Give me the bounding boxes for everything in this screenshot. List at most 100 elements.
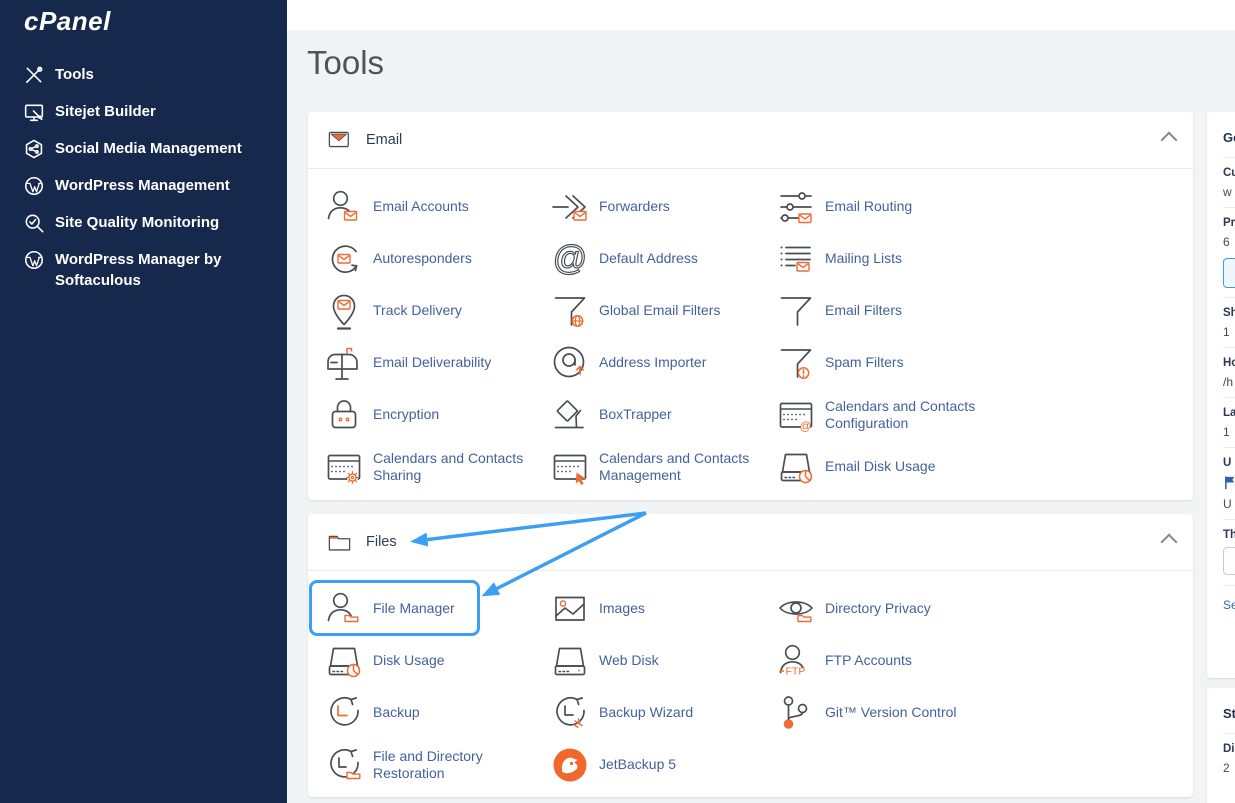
tool-item-email-filters[interactable]: Email Filters [776, 285, 1177, 337]
tool-item-git-version-control[interactable]: Git™ Version Control [776, 687, 1177, 739]
tool-item-label[interactable]: Calendars and Contacts Sharing [373, 450, 541, 485]
tool-item-label[interactable]: Global Email Filters [599, 302, 720, 320]
tool-item-label[interactable]: Git™ Version Control [825, 704, 957, 722]
tool-item-track-delivery[interactable]: Track Delivery [324, 285, 550, 337]
email-accounts-icon [324, 187, 364, 227]
tool-item-label[interactable]: Directory Privacy [825, 600, 931, 618]
email-items-grid: Email Accounts Forwarders Email Routing Aut… [308, 169, 1193, 493]
tool-item-calendars-and-contacts-sharing[interactable]: Calendars and Contacts Sharing [324, 441, 550, 493]
tool-item-forwarders[interactable]: Forwarders [550, 181, 776, 233]
info-label: Theme [1223, 529, 1235, 541]
tool-item-label[interactable]: Backup Wizard [599, 704, 693, 722]
jetbackup-icon [550, 745, 590, 785]
chevron-up-icon[interactable] [1161, 132, 1178, 149]
sidebar-item-wordpress-manager-by-softaculous[interactable]: WordPress Manager by Softaculous [0, 241, 287, 299]
tool-item-label[interactable]: Address Importer [599, 354, 706, 372]
tool-item-email-deliverability[interactable]: Email Deliverability [324, 337, 550, 389]
tool-item-web-disk[interactable]: Web Disk [550, 635, 776, 687]
info-value: 1 [1223, 325, 1235, 339]
svg-text:@: @ [553, 240, 588, 278]
spam-filters-icon [776, 343, 816, 383]
tool-item-label[interactable]: Spam Filters [825, 354, 904, 372]
tool-item-label[interactable]: Disk Usage [373, 652, 445, 670]
tool-item-boxtrapper[interactable]: BoxTrapper [550, 389, 776, 441]
files-section-header[interactable]: Files [308, 514, 1193, 571]
tool-item-calendars-and-contacts-configuration[interactable]: @Calendars and Contacts Configuration [776, 389, 1177, 441]
files-items-grid: File Manager Images Directory Privacy Disk … [308, 571, 1193, 791]
tool-item-calendars-and-contacts-management[interactable]: Calendars and Contacts Management [550, 441, 776, 493]
tool-item-global-email-filters[interactable]: Global Email Filters [550, 285, 776, 337]
tool-item-label[interactable]: BoxTrapper [599, 406, 672, 424]
sitejet-icon [24, 102, 44, 122]
tool-item-label[interactable]: Email Accounts [373, 198, 469, 216]
sidebar-item-social-media-management[interactable]: Social Media Management [0, 130, 287, 167]
tool-item-ftp-accounts[interactable]: FTP FTP Accounts [776, 635, 1177, 687]
tool-item-label[interactable]: Calendars and Contacts Management [599, 450, 767, 485]
sidebar-item-label: Social Media Management [55, 138, 242, 159]
tool-item-label[interactable]: Default Address [599, 250, 698, 268]
sidebar-item-tools[interactable]: Tools [0, 56, 287, 93]
tool-item-images[interactable]: Images [550, 583, 776, 635]
info-value: w [1223, 185, 1235, 199]
tool-item-address-importer[interactable]: Address Importer [550, 337, 776, 389]
tool-item-autoresponders[interactable]: Autoresponders [324, 233, 550, 285]
tool-item-backup-wizard[interactable]: Backup Wizard [550, 687, 776, 739]
tool-item-email-disk-usage[interactable]: Email Disk Usage [776, 441, 1177, 493]
git-icon [776, 693, 816, 733]
info-value: 2 [1223, 761, 1235, 775]
tool-item-label[interactable]: Track Delivery [373, 302, 462, 320]
tool-item-file-and-directory-restoration[interactable]: File and Directory Restoration [324, 739, 550, 791]
sidebar-item-wordpress-management[interactable]: WordPress Management [0, 167, 287, 204]
cpanel-tools-page: cPanel ToolsSitejet BuilderSocial Media … [0, 0, 1235, 803]
tool-item-encryption[interactable]: Encryption [324, 389, 550, 441]
info-label: Current User [1223, 167, 1235, 179]
drive-icon [550, 641, 590, 681]
section-title: Files [366, 534, 397, 550]
server-information-link[interactable]: Server Information [1223, 585, 1235, 612]
email-section-card: Email Email Accounts Forwarders Email Rout… [308, 112, 1193, 500]
autoresponders-icon [324, 239, 364, 279]
top-bar [287, 0, 1235, 30]
tool-item-label[interactable]: Email Filters [825, 302, 902, 320]
svg-text:FTP: FTP [786, 666, 806, 678]
sidebar-item-sitejet-builder[interactable]: Sitejet Builder [0, 93, 287, 130]
tool-item-label[interactable]: Images [599, 600, 645, 618]
tool-item-label[interactable]: Encryption [373, 406, 439, 424]
tool-item-label[interactable]: Email Routing [825, 198, 912, 216]
tool-item-label[interactable]: Calendars and Contacts Configuration [825, 398, 993, 433]
address-importer-icon [550, 343, 590, 383]
tool-item-label[interactable]: Forwarders [599, 198, 670, 216]
tool-item-label[interactable]: Backup [373, 704, 420, 722]
tool-item-email-routing[interactable]: Email Routing [776, 181, 1177, 233]
tool-item-label[interactable]: Mailing Lists [825, 250, 902, 268]
tool-item-label[interactable]: Email Deliverability [373, 354, 491, 372]
tool-item-spam-filters[interactable]: Spam Filters [776, 337, 1177, 389]
page-title: Tools [307, 44, 384, 82]
info-row-u: UU [1223, 447, 1235, 519]
tool-item-disk-usage[interactable]: Disk Usage [324, 635, 550, 687]
tool-item-label[interactable]: Email Disk Usage [825, 458, 935, 476]
flag-icon [1223, 475, 1235, 493]
tool-item-label[interactable]: FTP Accounts [825, 652, 912, 670]
info-value: U [1223, 497, 1235, 511]
tool-item-default-address[interactable]: @ Default Address [550, 233, 776, 285]
tool-item-file-manager[interactable]: File Manager [324, 583, 550, 635]
tool-item-label[interactable]: JetBackup 5 [599, 756, 676, 774]
info-row-home-directory: Home Directory/h [1223, 347, 1235, 397]
sidebar-item-site-quality-monitoring[interactable]: Site Quality Monitoring [0, 204, 287, 241]
tool-item-email-accounts[interactable]: Email Accounts [324, 181, 550, 233]
tool-item-directory-privacy[interactable]: Directory Privacy [776, 583, 1177, 635]
tool-item-backup[interactable]: Backup [324, 687, 550, 739]
tool-item-jetbackup-5[interactable]: JetBackup 5 [550, 739, 776, 791]
track-delivery-icon [324, 291, 364, 331]
tool-item-mailing-lists[interactable]: Mailing Lists [776, 233, 1177, 285]
general-information-card: General InformationCurrent UserwPrimary … [1207, 112, 1235, 678]
email-section-header[interactable]: Email [308, 112, 1193, 169]
tool-item-label[interactable]: Autoresponders [373, 250, 472, 268]
tool-item-label[interactable]: Web Disk [599, 652, 659, 670]
theme-select[interactable] [1223, 547, 1235, 575]
tool-item-label[interactable]: File Manager [373, 600, 455, 618]
chevron-up-icon[interactable] [1161, 534, 1178, 551]
primary-domain-action-button[interactable] [1223, 258, 1235, 288]
tool-item-label[interactable]: File and Directory Restoration [373, 748, 541, 783]
